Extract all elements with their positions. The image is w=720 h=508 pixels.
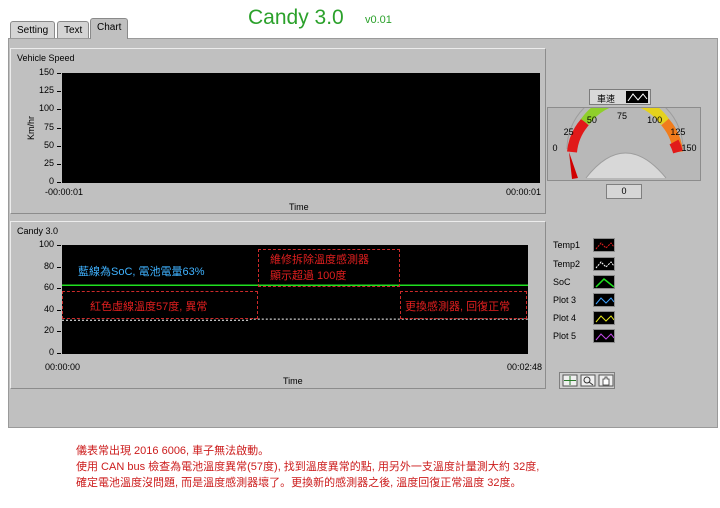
vehicle-speed-x-end: 00:00:01 — [506, 187, 542, 197]
vehicle-speed-tick-mark — [57, 127, 61, 129]
legend-label: Temp2 — [553, 259, 581, 269]
vehicle-speed-legend[interactable]: 車速 — [589, 89, 651, 105]
candy-xlabel: Time — [283, 376, 303, 386]
cursor-crosshair-icon[interactable] — [562, 374, 578, 387]
candy-tick-label: 80 — [43, 260, 54, 271]
sensor-replaced-annotation: 更換感測器, 回復正常 — [405, 301, 511, 313]
gauge-needle — [569, 152, 578, 179]
plot3-swatch-icon — [593, 293, 615, 307]
candy-tick-mark — [57, 288, 61, 290]
graph-palette — [559, 372, 615, 389]
gauge-tick-label: 0 — [552, 142, 558, 153]
vehicle-speed-tick-label: 150 — [38, 67, 54, 77]
legend-item-plot4[interactable]: Plot 4 — [547, 310, 617, 326]
vehicle-speed-xlabel: Time — [289, 202, 309, 212]
gauge-tick-label: 125 — [670, 126, 686, 137]
tab-setting[interactable]: Setting — [10, 21, 56, 39]
zoom-icon[interactable] — [580, 374, 596, 387]
soc-annotation: 藍線為SoC, 電池電量63% — [78, 266, 205, 278]
plot4-swatch-icon — [593, 311, 615, 325]
legend-item-soc[interactable]: SoC — [547, 274, 617, 290]
app-title: Candy 3.0 — [248, 6, 344, 29]
sensor-removed-annotation-1: 維修拆除溫度感測器 — [270, 254, 369, 266]
candy-tick-mark — [57, 353, 61, 354]
vehicle-speed-tick-label: 25 — [43, 157, 54, 168]
vehicle-speed-tick-mark — [57, 91, 61, 93]
vehicle-speed-tick-mark — [57, 109, 61, 111]
temp-annotation: 紅色虛線溫度57度, 異常 — [90, 301, 208, 313]
candy-x-start: 00:00:00 — [45, 362, 81, 372]
candy-chart-label: Candy 3.0 — [17, 226, 59, 236]
vehicle-speed-ylabel: Km/hr — [26, 115, 36, 140]
candy-tick-label: 40 — [43, 303, 54, 314]
legend-label: Temp1 — [553, 240, 581, 250]
vehicle-speed-legend-label: 車速 — [597, 94, 616, 104]
candy-tick-mark — [57, 266, 61, 268]
app-version: v0.01 — [365, 14, 392, 26]
vehicle-speed-plot[interactable] — [62, 73, 540, 183]
vehicle-speed-tick-label: 0 — [48, 176, 54, 186]
sensor-removed-annotation-2: 顯示超過 100度 — [270, 270, 347, 282]
gauge-tick-label: 100 — [647, 115, 663, 126]
vehicle-speed-tick-label: 100 — [38, 103, 54, 114]
note-line-3: 確定電池溫度沒問題, 而是溫度感測器壞了。更換新的感測器之後, 溫度回復正常溫度… — [76, 477, 522, 489]
candy-tick-label: 20 — [43, 325, 54, 336]
plot5-swatch-icon — [593, 329, 615, 343]
vehicle-speed-x-start: -00:00:01 — [45, 187, 84, 197]
legend-label: SoC — [553, 277, 571, 287]
vehicle-speed-tick-mark — [57, 73, 61, 74]
tab-text[interactable]: Text — [57, 21, 90, 39]
note-line-2: 使用 CAN bus 檢查為電池溫度異常(57度), 找到溫度異常的點, 用另外… — [76, 461, 540, 473]
candy-tick-label: 60 — [43, 282, 54, 293]
soc-swatch-icon — [593, 275, 615, 289]
pan-hand-icon[interactable] — [598, 374, 614, 387]
candy-legend: Temp1 Temp2 SoC Plot 3 Plot 4 Plot 5 — [547, 237, 617, 347]
tab-chart[interactable]: Chart — [90, 18, 129, 39]
gauge-tick-label: 150 — [681, 142, 697, 153]
candy-tick-label: 0 — [48, 347, 54, 357]
gauge-tick-label: 25 — [563, 126, 574, 137]
legend-label: Plot 4 — [553, 313, 577, 323]
legend-item-plot5[interactable]: Plot 5 — [547, 328, 617, 344]
gauge-tick-label: 75 — [617, 111, 628, 122]
candy-tick-mark — [57, 309, 61, 311]
vehicle-speed-tick-label: 50 — [43, 139, 54, 150]
speed-readout[interactable]: 0 — [606, 184, 642, 199]
speed-gauge: 0 25 50 75 100 125 150 — [547, 90, 701, 181]
candy-tick-label: 100 — [38, 239, 54, 249]
diagnosis-notes: 儀表常出現 2016 6006, 車子無法啟動。 使用 CAN bus 檢查為電… — [76, 443, 539, 491]
legend-item-temp1[interactable]: Temp1 — [547, 237, 617, 253]
vehicle-speed-tick-mark — [57, 145, 61, 147]
temp1-swatch-icon — [593, 238, 615, 252]
legend-item-plot3[interactable]: Plot 3 — [547, 292, 617, 308]
line-style-icon — [626, 91, 648, 103]
vehicle-speed-tick-label: 125 — [38, 85, 54, 96]
temp2-swatch-icon — [593, 257, 615, 271]
candy-tick-mark — [57, 331, 61, 333]
vehicle-speed-tick-mark — [57, 163, 61, 165]
candy-tick-mark — [57, 245, 61, 246]
vehicle-speed-label: Vehicle Speed — [17, 53, 75, 63]
legend-label: Plot 3 — [553, 295, 577, 305]
candy-x-end: 00:02:48 — [507, 362, 543, 372]
legend-label: Plot 5 — [553, 331, 577, 341]
legend-item-temp2[interactable]: Temp2 — [547, 256, 617, 272]
note-line-1: 儀表常出現 2016 6006, 車子無法啟動。 — [76, 445, 270, 457]
gauge-tick-label: 50 — [586, 115, 597, 126]
vehicle-speed-tick-mark — [57, 182, 61, 183]
